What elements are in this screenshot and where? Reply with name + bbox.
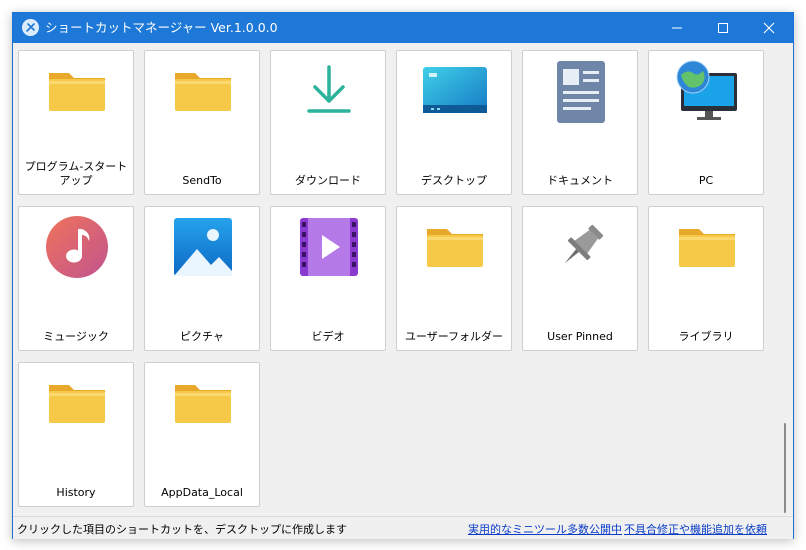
tile-videos[interactable]: ビデオ — [270, 206, 386, 351]
maximize-button[interactable] — [700, 13, 746, 43]
tile-label: ユーザーフォルダー — [404, 330, 504, 343]
music-icon — [45, 215, 109, 279]
folder-icon — [171, 59, 235, 123]
folder-icon — [675, 215, 739, 279]
minimize-icon — [672, 27, 682, 29]
tile-appdata-local[interactable]: AppData_Local — [144, 362, 260, 507]
title-bar[interactable]: ショートカットマネージャー Ver.1.0.0.0 — [13, 13, 793, 43]
download-icon — [297, 59, 361, 123]
tile-pc[interactable]: PC — [648, 50, 764, 195]
tile-startup[interactable]: プログラム-スタートアップ — [18, 50, 134, 195]
tile-label: PC — [698, 174, 714, 187]
tile-label: User Pinned — [547, 330, 613, 343]
tile-label: ビデオ — [311, 330, 345, 343]
request-link[interactable]: 不具合修正や機能追加を依頼 — [624, 521, 767, 537]
shortcut-grid: プログラム-スタートアップ SendTo ダウンロード デスクトップ ドキュメン… — [13, 43, 793, 516]
tile-label: AppData_Local — [161, 486, 243, 499]
folder-icon — [423, 215, 487, 279]
status-text: クリックした項目のショートカットを、デスクトップに作成します — [17, 523, 347, 536]
window-title: ショートカットマネージャー Ver.1.0.0.0 — [45, 20, 278, 35]
tile-desktop[interactable]: デスクトップ — [396, 50, 512, 195]
document-icon — [549, 59, 613, 123]
app-icon — [22, 19, 39, 36]
mini-tools-link[interactable]: 実用的なミニツール多数公開中 — [468, 521, 622, 537]
tile-label: プログラム-スタートアップ — [24, 160, 128, 187]
tile-label: ライブラリ — [678, 330, 734, 343]
tile-library[interactable]: ライブラリ — [648, 206, 764, 351]
tile-sendto[interactable]: SendTo — [144, 50, 260, 195]
tile-user-pinned[interactable]: User Pinned — [522, 206, 638, 351]
tile-label: ミュージック — [43, 330, 109, 343]
status-bar: クリックした項目のショートカットを、デスクトップに作成します 実用的なミニツール… — [13, 516, 793, 539]
close-button[interactable] — [746, 13, 792, 43]
pictures-icon — [171, 215, 235, 279]
scroll-thumb[interactable] — [784, 423, 786, 513]
vertical-scrollbar[interactable] — [777, 43, 793, 516]
app-window: ショートカットマネージャー Ver.1.0.0.0 プログラム-スタートアップ … — [12, 12, 794, 539]
tile-label: ドキュメント — [547, 174, 613, 187]
minimize-button[interactable] — [654, 13, 700, 43]
tile-documents[interactable]: ドキュメント — [522, 50, 638, 195]
pin-icon — [549, 215, 613, 279]
tile-downloads[interactable]: ダウンロード — [270, 50, 386, 195]
maximize-icon — [718, 23, 728, 33]
tile-label: デスクトップ — [421, 174, 487, 187]
folder-icon — [45, 371, 109, 435]
tile-pictures[interactable]: ピクチャ — [144, 206, 260, 351]
tile-music[interactable]: ミュージック — [18, 206, 134, 351]
tile-user-folder[interactable]: ユーザーフォルダー — [396, 206, 512, 351]
folder-icon — [171, 371, 235, 435]
tile-label: ダウンロード — [295, 174, 361, 187]
close-icon — [763, 22, 775, 34]
video-icon — [297, 215, 361, 279]
folder-icon — [45, 59, 109, 123]
tile-label: ピクチャ — [180, 330, 224, 343]
tile-label: History — [56, 486, 96, 499]
desktop-icon — [423, 59, 487, 123]
pc-icon — [675, 59, 739, 123]
tile-history[interactable]: History — [18, 362, 134, 507]
tile-label: SendTo — [182, 174, 222, 187]
